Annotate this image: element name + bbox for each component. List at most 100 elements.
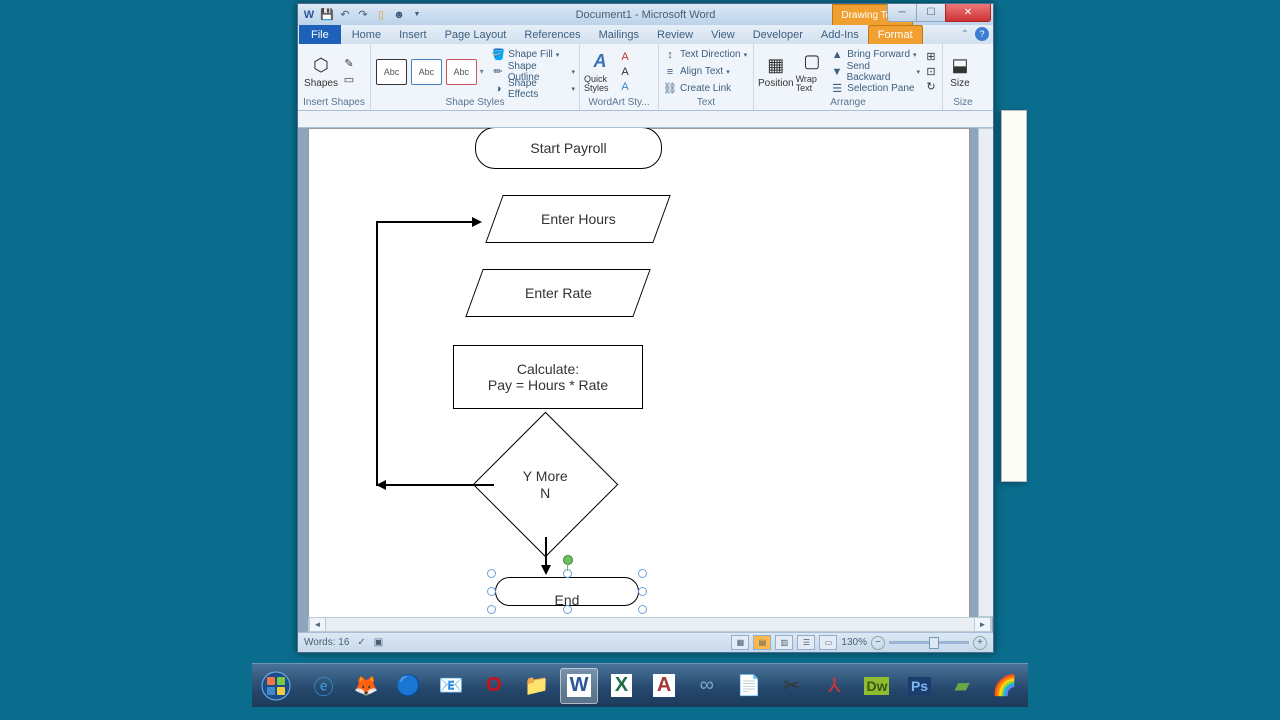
tab-review[interactable]: Review [648,26,702,44]
style-sample-3[interactable]: Abc [446,59,477,85]
align-text-button[interactable]: ≡Align Text▾ [663,64,747,80]
macro-icon[interactable]: ▣ [374,637,383,648]
group-shape-styles: Shape Styles [375,97,575,110]
zoom-out-button[interactable]: − [871,636,885,650]
scroll-right-icon[interactable]: ► [974,617,991,632]
zoom-in-button[interactable]: + [973,636,987,650]
shape-effects-button[interactable]: ◑Shape Effects▾ [491,81,575,97]
tab-addins[interactable]: Add-Ins [812,26,868,44]
position-button[interactable]: ▦ Position [758,48,794,96]
text-fill-icon[interactable]: A [618,50,632,64]
tab-insert[interactable]: Insert [390,26,436,44]
text-direction-button[interactable]: ↕Text Direction▾ [663,47,747,63]
taskbar-opera[interactable]: O [475,668,514,704]
rotate-icon[interactable]: ↻ [924,80,938,94]
taskbar-photoshop[interactable]: Ps [900,668,939,704]
taskbar-notepad[interactable]: 📄 [730,668,769,704]
style-sample-1[interactable]: Abc [376,59,407,85]
help-icon[interactable]: ? [975,27,989,41]
taskbar-snip[interactable]: ✂ [773,668,812,704]
taskbar-acrobat[interactable]: ⅄ [815,668,854,704]
taskbar-ie[interactable]: ⓔ [304,668,343,704]
shapes-gallery-button[interactable]: ⬡ Shapes [302,48,340,96]
view-print-layout-button[interactable]: ▦ [731,635,749,650]
taskbar-firefox[interactable]: 🦊 [347,668,386,704]
send-backward-button[interactable]: ▼Send Backward▾ [830,64,920,80]
group-size: Size [947,97,979,110]
view-outline-button[interactable]: ☰ [797,635,815,650]
taskbar-explorer[interactable]: 📁 [517,668,556,704]
new-icon[interactable]: ▯ [374,8,388,22]
tab-mailings[interactable]: Mailings [590,26,648,44]
text-effects-icon[interactable]: A [618,80,632,94]
infinity-icon: ∞ [700,674,714,697]
horizontal-ruler[interactable] [298,111,993,128]
taskbar-excel[interactable]: X [602,668,641,704]
tab-home[interactable]: Home [343,26,390,44]
style-sample-2[interactable]: Abc [411,59,442,85]
horizontal-scrollbar[interactable]: ◄ ► [308,617,992,632]
flowchart-process-calculate[interactable]: Calculate: Pay = Hours * Rate [453,345,643,409]
tab-page-layout[interactable]: Page Layout [436,26,516,44]
taskbar-chrome[interactable]: 🔵 [389,668,428,704]
group-arrange: Arrange [758,97,938,110]
file-tab[interactable]: File [299,25,341,44]
page[interactable]: Start Payroll Enter Hours Enter Rate Cal… [308,128,970,632]
photoshop-icon: Ps [908,677,931,695]
ie-icon: ⓔ [314,671,334,700]
tab-references[interactable]: References [515,26,589,44]
taskbar-app1[interactable]: ∞ [687,668,726,704]
wrap-text-button[interactable]: ▢ Wrap Text [796,48,829,96]
notepad-icon: 📄 [737,673,762,698]
save-icon[interactable]: 💾 [320,8,334,22]
undo-icon[interactable]: ↶ [338,8,352,22]
style-gallery-more-icon[interactable]: ▾ [480,67,490,76]
title-bar[interactable]: W 💾 ↶ ↷ ▯ ☻ ▼ Document1 - Microsoft Word… [298,4,993,25]
collapse-ribbon-icon[interactable]: ⌃ [961,29,969,40]
taskbar-word[interactable]: W [560,668,599,704]
emoji-icon[interactable]: ☻ [392,8,406,22]
close-button[interactable]: ✕ [945,4,991,22]
word-window: W 💾 ↶ ↷ ▯ ☻ ▼ Document1 - Microsoft Word… [297,3,994,653]
taskbar-app2[interactable]: ▰ [943,668,982,704]
flowchart-decision[interactable]: Y MoreN [473,412,619,558]
align-icon[interactable]: ⊞ [924,50,938,64]
zoom-slider[interactable] [889,641,969,644]
view-web-button[interactable]: ▥ [775,635,793,650]
arrow-y-horizontal-top [376,221,476,223]
view-full-screen-button[interactable]: ▤ [753,635,771,650]
maximize-button[interactable]: ☐ [916,4,946,22]
vertical-scrollbar[interactable] [978,128,993,617]
view-draft-button[interactable]: ▭ [819,635,837,650]
tab-format[interactable]: Format [868,25,923,44]
zoom-level[interactable]: 130% [841,637,867,648]
edit-shape-icon[interactable]: ✎ [342,57,356,71]
proofing-icon[interactable]: ✓ [357,637,365,648]
create-link-button[interactable]: ⛓Create Link [663,81,747,97]
document-area[interactable]: Start Payroll Enter Hours Enter Rate Cal… [298,128,993,632]
start-button[interactable] [254,668,298,704]
taskbar-dreamweaver[interactable]: Dw [858,668,897,704]
scroll-left-icon[interactable]: ◄ [309,617,326,632]
tab-developer[interactable]: Developer [744,26,812,44]
flowchart-start-terminator[interactable]: Start Payroll [475,128,662,169]
text-box-icon[interactable]: ▭ [342,73,356,87]
minimize-button[interactable]: ─ [887,4,917,22]
quick-styles-button[interactable]: A Quick Styles [584,48,616,96]
tab-view[interactable]: View [702,26,744,44]
start-text: Start Payroll [530,140,606,156]
text-outline-icon[interactable]: A [618,65,632,79]
word-count[interactable]: Words: 16 [304,637,349,648]
selection-handles[interactable] [491,573,643,610]
rotation-handle[interactable] [563,555,573,565]
qat-dropdown-icon[interactable]: ▼ [410,8,424,22]
flowchart-input-hours[interactable]: Enter Hours [485,195,670,243]
selection-pane-button[interactable]: ☰Selection Pane [830,81,920,97]
taskbar-app3[interactable]: 🌈 [985,668,1024,704]
size-button[interactable]: ⬓ Size [947,48,973,96]
redo-icon[interactable]: ↷ [356,8,370,22]
taskbar-outlook[interactable]: 📧 [432,668,471,704]
flowchart-input-rate[interactable]: Enter Rate [465,269,650,317]
group-icon[interactable]: ⊡ [924,65,938,79]
taskbar-access[interactable]: A [645,668,684,704]
